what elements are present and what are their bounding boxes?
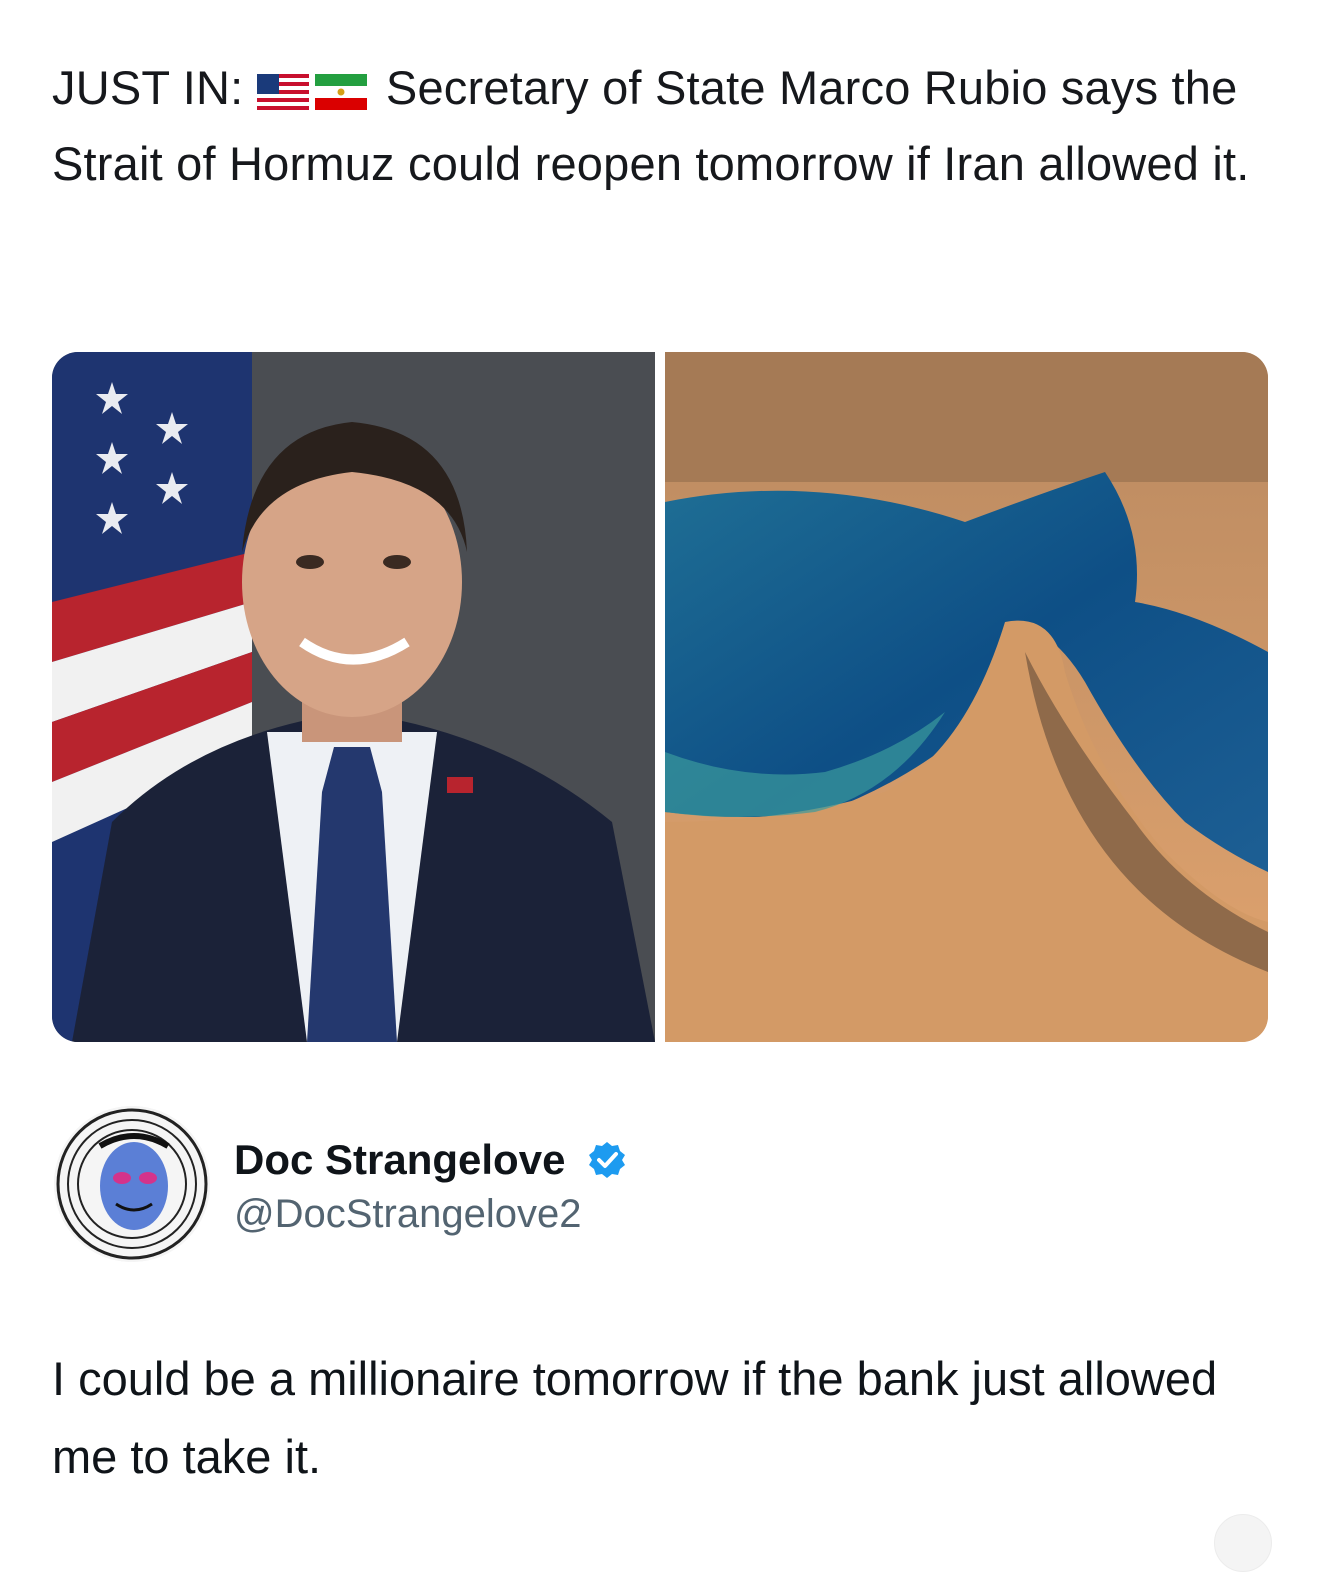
author-handle[interactable]: @DocStrangelove2 — [234, 1192, 581, 1237]
portrait-photo[interactable] — [52, 352, 655, 1042]
verified-badge-icon — [587, 1140, 627, 1190]
media-grid — [52, 352, 1268, 1042]
reply-author: Doc Strangelove @DocStrangelove2 — [52, 1100, 1268, 1270]
headline-prefix: JUST IN: — [52, 61, 244, 114]
iran-flag-icon — [314, 73, 367, 110]
author-name-text: Doc Strangelove — [234, 1136, 566, 1183]
us-flag-icon — [256, 73, 309, 110]
avatar[interactable] — [54, 1106, 210, 1262]
post-headline: JUST IN: Secretary of State Marco Rubio … — [52, 50, 1272, 202]
satellite-map-photo[interactable] — [665, 352, 1268, 1042]
reply-text: I could be a millionaire tomorrow if the… — [52, 1352, 1218, 1483]
watermark-logo — [1214, 1514, 1272, 1572]
author-name[interactable]: Doc Strangelove — [234, 1136, 627, 1190]
